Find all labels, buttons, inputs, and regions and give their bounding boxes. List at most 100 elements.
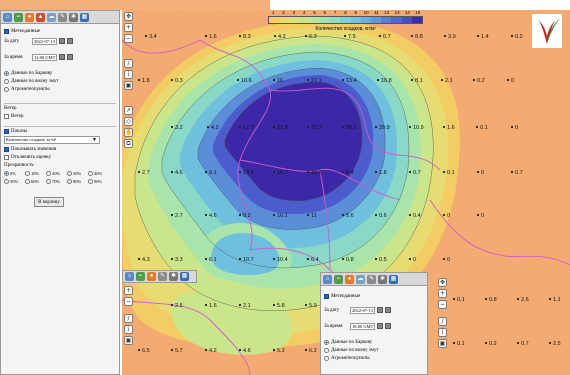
ruler-icon[interactable]: / — [124, 59, 133, 68]
time-input-2[interactable]: 18:00 GMT — [350, 322, 376, 330]
flame-icon[interactable]: ▲ — [36, 12, 45, 22]
opacity-radio-2[interactable] — [46, 170, 51, 176]
opacity-option-7[interactable]: 70% — [46, 177, 67, 185]
date-next-button[interactable] — [67, 38, 73, 44]
zoom-out-button[interactable]: − — [438, 300, 447, 309]
opacity-radio-6[interactable] — [25, 178, 30, 184]
drop-icon[interactable]: ● — [25, 12, 34, 22]
param-select[interactable]: Количество осадков, кг/м² — [4, 136, 100, 144]
source2-radio-2[interactable] — [324, 355, 329, 361]
opacity-option-4[interactable]: 40% — [88, 169, 109, 177]
source-radio-1[interactable] — [4, 78, 9, 84]
zoom-in-button[interactable]: + — [438, 289, 447, 298]
layers-icon[interactable]: ≡ — [14, 12, 23, 22]
zoom-in-button[interactable]: + — [124, 286, 133, 295]
hand-icon[interactable]: ✋ — [124, 128, 133, 137]
station-dot — [476, 213, 480, 217]
cursor-icon[interactable]: ↗ — [124, 106, 133, 115]
show-values-checkbox[interactable] — [4, 146, 9, 152]
polygon-icon[interactable]: ◇ — [124, 117, 133, 126]
source2-label-2: Агрометеопункты — [331, 355, 370, 361]
legend-swatch-3 — [299, 17, 310, 23]
zoom-out-button[interactable]: − — [124, 297, 133, 306]
to-label-2: За время — [324, 323, 343, 329]
date-next-button-2[interactable] — [385, 307, 391, 313]
layer-icon[interactable]: ⧉ — [124, 139, 133, 148]
drop-icon[interactable]: ● — [345, 274, 354, 284]
gear-icon[interactable]: ✱ — [378, 274, 387, 284]
cloud-icon[interactable]: ☁ — [356, 274, 365, 284]
opacity-option-5[interactable]: 50% — [4, 177, 25, 185]
grid-icon[interactable]: ▦ — [80, 12, 89, 22]
opacity-option-3[interactable]: 30% — [67, 169, 88, 177]
time-next-button[interactable] — [67, 54, 74, 60]
source-radio-0[interactable] — [4, 70, 9, 76]
panel-toolbar: ⌂ ≡ ● ▲ ☁ ✎ ✱ ▦ — [1, 11, 119, 24]
station-value: 3.2 — [175, 125, 183, 131]
opacity-option-0[interactable]: 0% — [4, 169, 25, 177]
opacity-radio-3[interactable] — [67, 170, 72, 176]
info-icon[interactable]: i — [124, 325, 133, 334]
pan-icon[interactable]: ✥ — [438, 278, 447, 287]
action-button[interactable]: В корзину — [34, 197, 64, 207]
source2-radio-0[interactable] — [324, 339, 329, 345]
opacity-radio-8[interactable] — [67, 178, 72, 184]
station-value: 16.1 — [277, 213, 288, 219]
date-input[interactable]: 2022-07-13 — [32, 37, 57, 45]
date-prev-button-2[interactable] — [377, 307, 383, 313]
station-dot — [238, 125, 242, 129]
cloud-icon[interactable]: ☁ — [47, 12, 56, 22]
time-input[interactable]: 12:00 GMT — [32, 53, 58, 61]
map-toolbar: ✥ + − / i ▣ ↗ ◇ ✋ ⧉ — [124, 12, 133, 148]
opacity-radio-9[interactable] — [88, 178, 93, 184]
zoom-out-button[interactable]: − — [124, 34, 133, 43]
layers-icon[interactable]: ≡ — [334, 274, 343, 284]
logo — [532, 14, 562, 48]
opacity-radio-7[interactable] — [46, 178, 51, 184]
source2-radio-1[interactable] — [324, 347, 329, 353]
gear-icon[interactable]: ✱ — [69, 12, 78, 22]
pan-icon[interactable]: ✥ — [124, 12, 133, 21]
drop-icon[interactable]: ● — [147, 272, 156, 281]
zoom-in-button[interactable]: + — [124, 23, 133, 32]
ruler-icon[interactable]: / — [438, 317, 447, 326]
station-dot — [516, 297, 520, 301]
wind-checkbox[interactable] — [4, 113, 9, 119]
print-icon[interactable]: ▣ — [124, 81, 133, 90]
date-input-2[interactable]: 2022-07-13 — [350, 306, 375, 314]
date-prev-button[interactable] — [59, 38, 65, 44]
home-icon[interactable]: ⌂ — [3, 12, 12, 22]
opacity-option-2[interactable]: 20% — [46, 169, 67, 177]
opacity-radio-5[interactable] — [4, 178, 9, 184]
meteo-checkbox-2[interactable] — [324, 293, 329, 299]
opacity-radio-4[interactable] — [88, 170, 93, 176]
print-icon[interactable]: ▣ — [438, 339, 447, 348]
info-icon[interactable]: i — [438, 328, 447, 337]
time-next-button-2[interactable] — [385, 323, 392, 329]
source-radio-2[interactable] — [4, 86, 9, 92]
layers-icon[interactable]: ≡ — [136, 272, 145, 281]
home-icon[interactable]: ⌂ — [125, 272, 134, 281]
home-icon[interactable]: ⌂ — [323, 274, 332, 284]
info-icon[interactable]: i — [124, 70, 133, 79]
gear-icon[interactable]: ✱ — [169, 272, 178, 281]
opacity-option-1[interactable]: 10% — [25, 169, 46, 177]
ruler-icon[interactable]: / — [124, 314, 133, 323]
wrench-icon[interactable]: ✎ — [367, 274, 376, 284]
opacity-radio-1[interactable] — [25, 170, 30, 176]
clear-values-checkbox[interactable] — [4, 154, 9, 160]
grid-icon[interactable]: ▦ — [389, 274, 398, 284]
time-prev-button[interactable] — [59, 54, 66, 60]
opacity-radio-0[interactable] — [4, 170, 9, 176]
wrench-icon[interactable]: ✎ — [58, 12, 67, 22]
opacity-option-8[interactable]: 80% — [67, 177, 88, 185]
chevron-down-icon[interactable]: ▼ — [92, 138, 97, 143]
print-icon[interactable]: ▣ — [124, 336, 133, 345]
opacity-option-9[interactable]: 90% — [88, 177, 109, 185]
grid-icon[interactable]: ▦ — [180, 272, 189, 281]
time-prev-button-2[interactable] — [377, 323, 384, 329]
opacity-option-6[interactable]: 60% — [25, 177, 46, 185]
show-checkbox[interactable] — [4, 128, 9, 134]
wrench-icon[interactable]: ✎ — [158, 272, 167, 281]
meteo-checkbox[interactable] — [4, 28, 9, 34]
